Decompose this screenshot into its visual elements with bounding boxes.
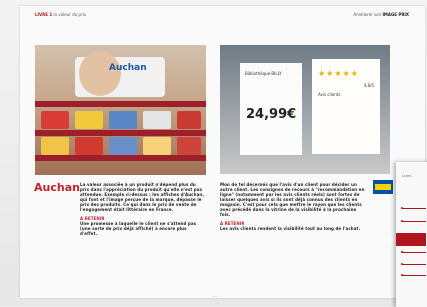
list-line xyxy=(402,208,426,209)
right-body-text: Mon de tel décernés que l'avis d'un clie… xyxy=(220,182,365,231)
product xyxy=(143,111,171,129)
store-sign-photo: Bibliothèque BILLY 24,99€ ★★★★★ 4,8/5 Av… xyxy=(220,45,390,174)
chapter-header: LIVRE 1 la valeur du prix xyxy=(35,12,86,17)
product xyxy=(177,111,201,129)
highlight-bar xyxy=(396,233,426,246)
shelf xyxy=(35,130,206,136)
product xyxy=(143,137,171,155)
stars-icon: ★★★★★ xyxy=(318,69,359,78)
child-image xyxy=(79,51,121,96)
product xyxy=(109,111,137,129)
shelf xyxy=(35,155,206,161)
list-line xyxy=(402,221,426,222)
list-line xyxy=(402,264,426,265)
product xyxy=(41,137,69,155)
sign-text: Auchan xyxy=(109,63,147,73)
left-paragraph: La valeur associée à un produit n'dépend… xyxy=(80,182,204,212)
left-body-text: La valeur associée à un produit n'dépend… xyxy=(80,182,205,236)
chapter-number: LIVRE 1 xyxy=(35,12,53,17)
overlap-title: LIVRE... xyxy=(402,174,414,178)
product xyxy=(41,111,69,129)
review-card: ★★★★★ 4,8/5 Avis clients xyxy=(312,59,380,154)
left-note-text: Une promesse à laquelle le client ne s'a… xyxy=(80,221,197,236)
product xyxy=(109,137,137,155)
supermarket-photo: Auchan xyxy=(35,45,206,175)
auchan-logo: Auchan xyxy=(34,181,80,194)
brand-header: Améliorer son IMAGE PRIX xyxy=(353,12,409,17)
shelf xyxy=(35,101,206,107)
ikea-logo-icon xyxy=(373,180,393,194)
product xyxy=(75,137,103,155)
price-label: 24,99€ xyxy=(246,107,297,122)
list-line xyxy=(402,252,426,253)
product xyxy=(177,137,201,155)
rating-value: 4,8/5 xyxy=(363,83,374,88)
product-name: Bibliothèque BILLY xyxy=(245,71,282,76)
overlap-page: LIVRE... xyxy=(396,162,427,307)
chapter-title: la valeur du prix xyxy=(53,12,87,17)
brand-name: IMAGE PRIX xyxy=(382,12,409,17)
list-line xyxy=(402,275,426,276)
review-title: Avis clients xyxy=(318,92,341,97)
price-card: Bibliothèque BILLY 24,99€ xyxy=(240,63,302,155)
right-paragraph: Mon de tel décernés que l'avis d'un clie… xyxy=(220,182,365,217)
right-note-text: Les avis clients rendent la visibilité t… xyxy=(220,226,361,231)
brand-prefix: Améliorer son xyxy=(353,12,382,17)
page-number: ... xyxy=(213,293,217,298)
product xyxy=(75,111,103,129)
